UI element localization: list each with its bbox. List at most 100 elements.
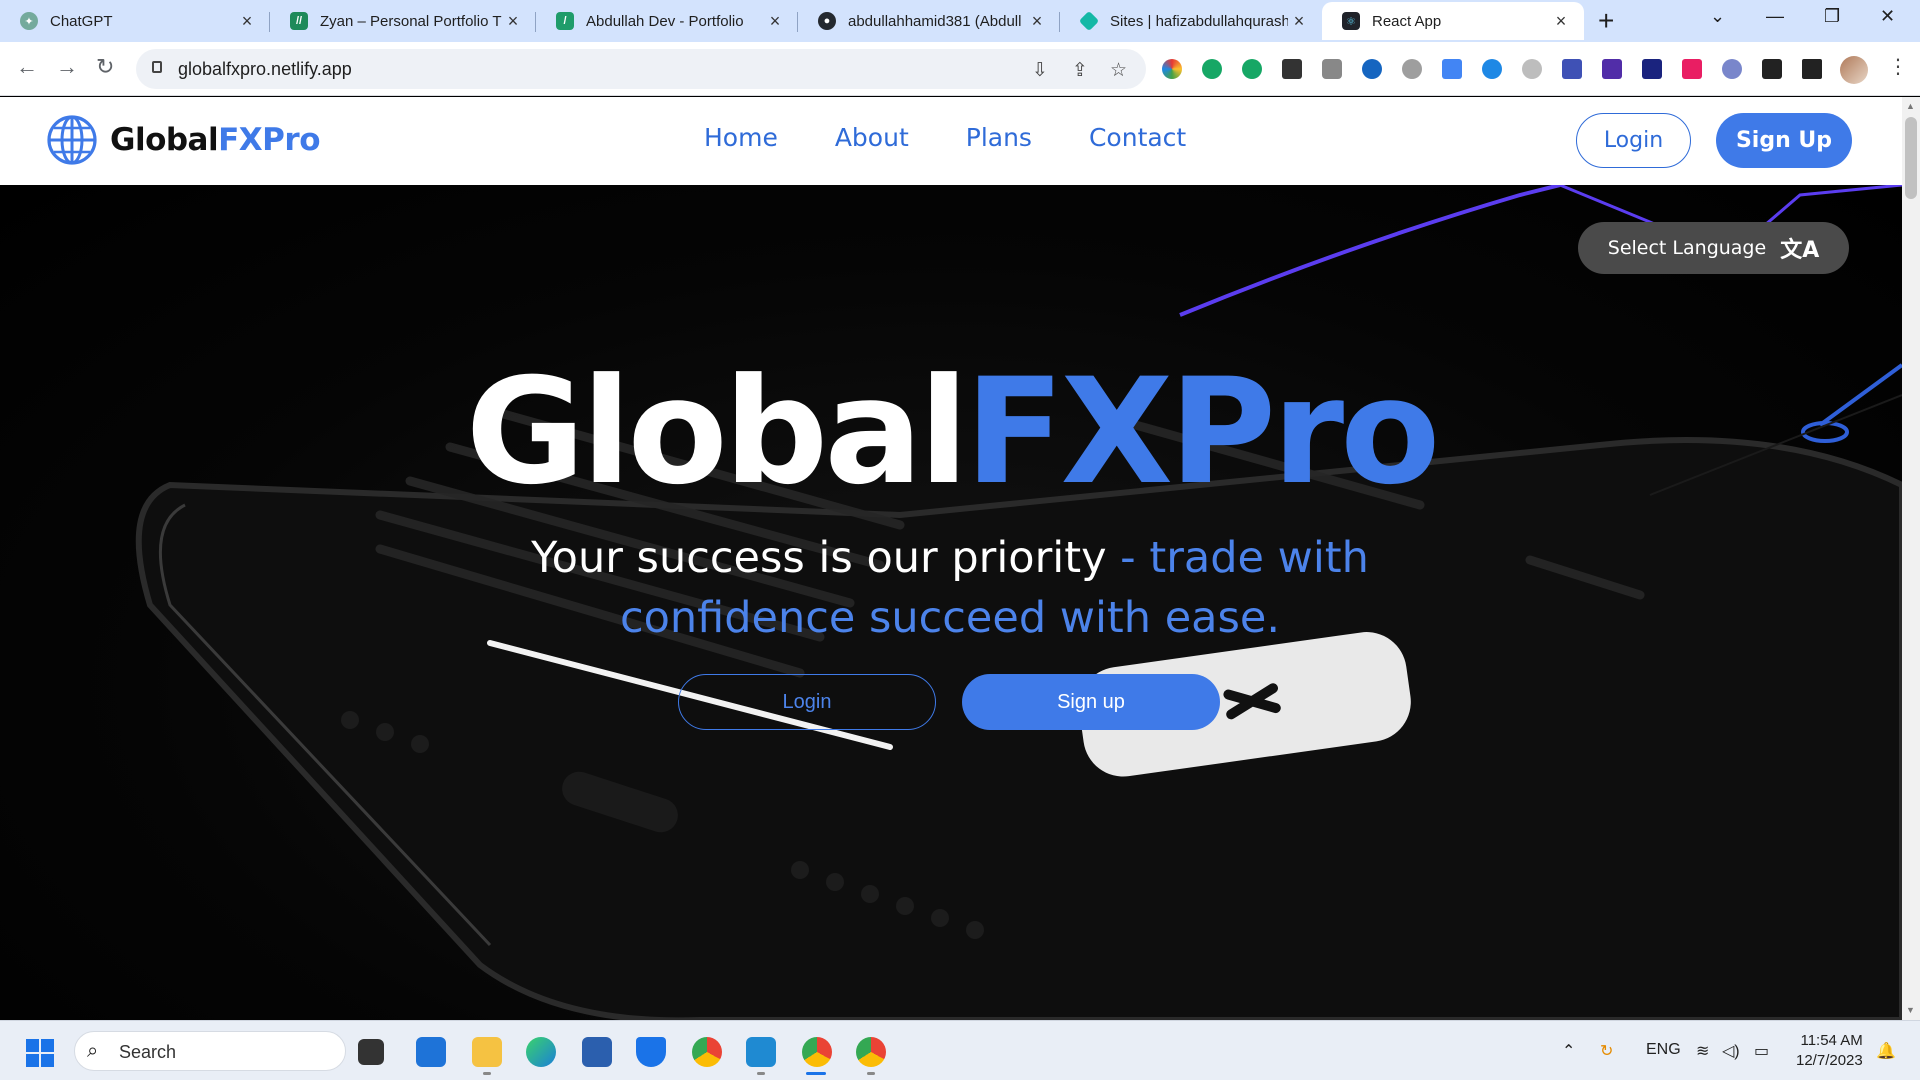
taskbar-search-box[interactable]: ⌕ Search (74, 1031, 346, 1071)
address-bar[interactable]: globalfxpro.netlify.app ⇩ ⇪ ☆ (136, 49, 1146, 89)
tab-github[interactable]: ● abdullahhamid381 (Abdull × (798, 2, 1060, 40)
battery-icon[interactable]: ▭ (1754, 1041, 1769, 1061)
close-icon[interactable]: × (1026, 11, 1048, 32)
minimize-icon[interactable]: — (1766, 6, 1784, 27)
translate-icon: 文A (1780, 238, 1820, 263)
hero-title: GlobalFXPro (465, 347, 1441, 517)
chrome-profile-icon[interactable] (802, 1037, 832, 1067)
scrollbar-thumb[interactable] (1905, 117, 1917, 199)
react-icon: ⚛ (1342, 12, 1360, 30)
play-extension-icon[interactable] (1362, 59, 1382, 79)
pink-extension-icon[interactable] (1682, 59, 1702, 79)
url-text[interactable]: globalfxpro.netlify.app (178, 59, 352, 80)
globe-extension-icon[interactable] (1402, 59, 1422, 79)
page-scrollbar[interactable]: ▲ ▼ (1902, 97, 1920, 1020)
file-explorer-icon[interactable] (472, 1037, 502, 1067)
select-language-label: Select Language (1607, 237, 1767, 259)
search-label: Search (119, 1042, 177, 1062)
camera-extension-icon[interactable] (1322, 59, 1342, 79)
tab-react-app[interactable]: ⚛ React App × (1322, 2, 1584, 40)
browser-tab-strip: ✦ ChatGPT × // Zyan – Personal Portfolio… (0, 0, 1920, 42)
refresh-extension-icon[interactable] (1242, 59, 1262, 79)
hero-tagline: Your success is our priority - trade wit… (531, 533, 1369, 643)
close-icon[interactable]: × (764, 11, 786, 32)
graduation-extension-icon[interactable] (1602, 59, 1622, 79)
volume-icon[interactable]: ◁) (1722, 1041, 1740, 1061)
tab-chatgpt[interactable]: ✦ ChatGPT × (0, 2, 270, 40)
search-icon: ⌕ (87, 1040, 99, 1062)
grammarly-extension-icon[interactable] (1202, 59, 1222, 79)
widgets-icon[interactable] (416, 1037, 446, 1067)
chrome-second-icon[interactable] (856, 1037, 886, 1067)
clock[interactable]: 11:54 AM 12/7/2023 (1796, 1031, 1863, 1071)
tab-title: abdullahhamid381 (Abdull (848, 12, 1022, 30)
profile-avatar[interactable] (1840, 56, 1868, 84)
side-panel-icon[interactable] (1802, 59, 1822, 79)
bookmark-star-icon[interactable]: ☆ (1110, 59, 1127, 82)
logo-text: GlobalFXPro (110, 122, 320, 158)
chatgpt-icon: ✦ (20, 12, 38, 30)
menu-kebab-icon[interactable]: ⋮ (1888, 54, 1908, 79)
scroll-down-icon[interactable]: ▼ (1906, 1005, 1915, 1015)
share-icon[interactable]: ⇪ (1072, 59, 1088, 82)
chrome-icon[interactable] (692, 1037, 722, 1067)
notification-bell-icon[interactable]: 🔔 (1876, 1041, 1896, 1061)
site-logo[interactable]: GlobalFXPro (46, 114, 320, 166)
bolt-extension-icon[interactable] (1522, 59, 1542, 79)
nav-about[interactable]: About (835, 123, 909, 152)
scroll-up-icon[interactable]: ▲ (1906, 101, 1915, 111)
header-login-button[interactable]: Login (1576, 113, 1691, 168)
forward-icon[interactable]: → (56, 54, 78, 80)
tab-netlify[interactable]: Sites | hafizabdullahqurash × (1060, 2, 1322, 40)
defender-shield-icon[interactable] (636, 1037, 666, 1067)
color-picker-extension-icon[interactable] (1162, 59, 1182, 79)
site-header: GlobalFXPro Home About Plans Contact Log… (0, 97, 1902, 185)
wifi-icon[interactable]: ≋ (1696, 1041, 1709, 1061)
puzzle-extensions-icon[interactable] (1762, 59, 1782, 79)
drop-extension-icon[interactable] (1482, 59, 1502, 79)
running-indicator (757, 1072, 765, 1075)
restore-icon[interactable]: ❐ (1824, 6, 1840, 27)
show-hidden-icons-chevron-icon[interactable]: ⌃ (1562, 1041, 1575, 1061)
tab-zyan[interactable]: // Zyan – Personal Portfolio T × (270, 2, 536, 40)
close-icon[interactable]: × (1288, 11, 1310, 32)
nav-contact[interactable]: Contact (1089, 123, 1186, 152)
close-icon[interactable]: × (236, 11, 258, 32)
clock-date: 12/7/2023 (1796, 1052, 1863, 1069)
globe-icon (47, 115, 97, 165)
lock-icon (152, 61, 162, 73)
start-windows-icon[interactable] (26, 1039, 54, 1067)
close-icon[interactable]: × (502, 11, 524, 32)
page-viewport: GlobalFXPro Home About Plans Contact Log… (0, 97, 1902, 1020)
edge-icon[interactable] (526, 1037, 556, 1067)
close-icon[interactable]: × (1550, 11, 1572, 32)
sync-icon[interactable]: ↻ (1600, 1041, 1613, 1061)
eyedropper-extension-icon[interactable] (1282, 59, 1302, 79)
running-indicator (867, 1072, 875, 1075)
clock-time: 11:54 AM (1800, 1032, 1863, 1049)
main-nav: Home About Plans Contact (704, 123, 1243, 152)
back-icon[interactable]: ← (16, 54, 38, 80)
translate-extension-icon[interactable] (1442, 59, 1462, 79)
zip-extension-icon[interactable] (1642, 59, 1662, 79)
nav-plans[interactable]: Plans (966, 123, 1032, 152)
input-language[interactable]: ENG (1646, 1041, 1681, 1059)
screen-extension-icon[interactable] (1562, 59, 1582, 79)
window-close-icon[interactable]: ✕ (1880, 6, 1895, 27)
hero-section: Select Language 文A GlobalFXPro Your succ… (0, 185, 1902, 1020)
select-language-button[interactable]: Select Language 文A (1578, 222, 1849, 274)
install-icon[interactable]: ⇩ (1032, 59, 1048, 82)
hero-signup-button[interactable]: Sign up (962, 674, 1220, 730)
store-icon[interactable] (582, 1037, 612, 1067)
tab-search-icon[interactable]: ⌄ (1710, 6, 1725, 27)
vscode-icon[interactable] (746, 1037, 776, 1067)
reload-icon[interactable]: ↻ (96, 54, 114, 80)
task-view-icon[interactable] (358, 1039, 384, 1065)
header-signup-button[interactable]: Sign Up (1716, 113, 1852, 168)
hero-login-button[interactable]: Login (678, 674, 936, 730)
browser-toolbar: ← → ↻ globalfxpro.netlify.app ⇩ ⇪ ☆ ⋮ (0, 42, 1920, 96)
search-extension-icon[interactable] (1722, 59, 1742, 79)
new-tab-button[interactable]: + (1598, 7, 1614, 35)
tab-abdullah-dev[interactable]: / Abdullah Dev - Portfolio × (536, 2, 798, 40)
nav-home[interactable]: Home (704, 123, 778, 152)
